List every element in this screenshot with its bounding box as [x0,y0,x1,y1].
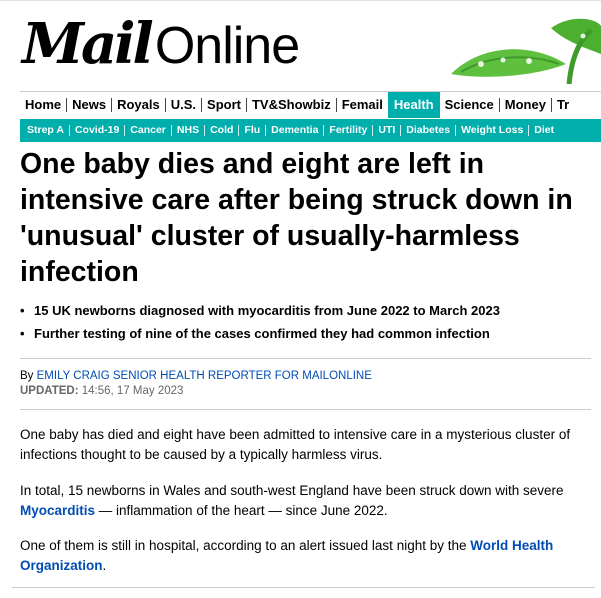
subnav-item-diabetes[interactable]: Diabetes [401,125,457,136]
updated-timestamp: UPDATED: 14:56, 17 May 2023 [20,384,183,399]
article-summary-bullets: 15 UK newborns diagnosed with myocarditi… [20,303,595,349]
article-paragraph-1: One baby has died and eight have been ad… [20,427,571,462]
health-plant-banner-image [451,18,601,85]
summary-bullet: Further testing of nine of the cases con… [20,326,595,342]
nav-item-travel[interactable]: Tr [552,98,574,112]
author-link[interactable]: EMILY CRAIG SENIOR HEALTH REPORTER FOR M… [37,370,372,382]
myocarditis-link[interactable]: Myocarditis [20,503,95,518]
nav-item-science[interactable]: Science [440,98,500,112]
nav-item-home[interactable]: Home [20,98,68,112]
subnav-item-nhs[interactable]: NHS [172,125,206,136]
updated-label: UPDATED: [20,385,79,397]
nav-item-us[interactable]: U.S. [166,98,203,112]
nav-item-sport[interactable]: Sport [202,98,247,112]
subnav-item-cold[interactable]: Cold [205,125,240,136]
byline: By EMILY CRAIG SENIOR HEALTH REPORTER FO… [20,369,372,384]
nav-item-royals[interactable]: Royals [112,98,166,112]
subnav-item-weight-loss[interactable]: Weight Loss [456,125,530,136]
summary-bullet: 15 UK newborns diagnosed with myocarditi… [20,303,595,319]
nav-item-money[interactable]: Money [500,98,552,112]
health-subnav: Strep A Covid-19 Cancer NHS Cold Flu Dem… [20,119,601,142]
paragraph-text: — inflammation of the heart — since June… [95,503,388,518]
top-border [0,0,601,1]
article-paragraph-2: In total, 15 newborns in Wales and south… [20,481,591,521]
nav-item-tv-showbiz[interactable]: TV&Showbiz [247,98,337,112]
paragraph-text: . [102,558,107,573]
subnav-item-fertility[interactable]: Fertility [324,125,374,136]
paragraph-text: One of them is still in hospital, accord… [20,538,471,553]
logo-online-text: Online [154,17,300,75]
nav-item-femail[interactable]: Femail [337,98,388,112]
main-nav: Home News Royals U.S. Sport TV&Showbiz F… [20,91,601,118]
subnav-item-dementia[interactable]: Dementia [266,125,325,136]
mailonline-logo[interactable]: Mail Online [22,10,300,77]
paragraph-text: In total, 15 newborns in Wales and south… [20,483,564,498]
article-paragraph-3: One of them is still in hospital, accord… [20,536,591,576]
subnav-item-strep-a[interactable]: Strep A [20,125,70,136]
nav-item-health[interactable]: Health [387,92,440,118]
subnav-item-diet[interactable]: Diet [529,125,559,136]
bottom-divider [12,587,595,588]
nav-item-news[interactable]: News [67,98,113,112]
article-headline: One baby dies and eight are left in inte… [20,148,573,288]
subnav-item-flu[interactable]: Flu [239,125,267,136]
subnav-item-covid-19[interactable]: Covid-19 [70,125,126,136]
logo-mail-text: Mail [22,11,154,77]
subnav-item-uti[interactable]: UTI [373,125,402,136]
byline-prefix: By [20,370,37,382]
byline-bottom-divider [20,409,591,410]
byline-top-divider [20,358,591,359]
updated-value: 14:56, 17 May 2023 [78,385,184,397]
subnav-item-cancer[interactable]: Cancer [125,125,172,136]
